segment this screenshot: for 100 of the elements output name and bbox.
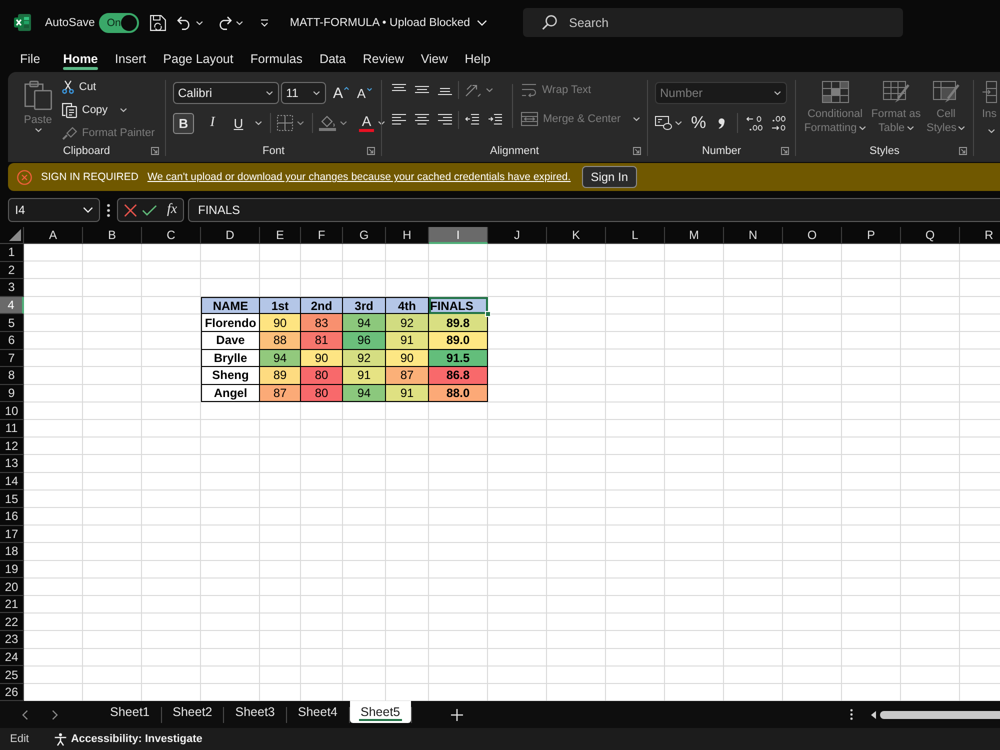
save-icon[interactable]	[150, 14, 166, 30]
chevron-right-icon[interactable]	[52, 710, 58, 720]
percent-style-button[interactable]: %	[691, 113, 706, 133]
column-header[interactable]: P	[842, 227, 901, 244]
row-header[interactable]: 1	[0, 244, 24, 262]
cancel-icon[interactable]	[124, 204, 137, 216]
scroll-left-icon[interactable]	[871, 710, 876, 719]
row-header[interactable]: 21	[0, 596, 24, 614]
search-field[interactable]: Search	[523, 8, 903, 37]
column-header[interactable]: I	[429, 227, 488, 244]
caret-icon[interactable]	[236, 20, 243, 24]
sheet-tab[interactable]: Sheet1	[99, 701, 161, 724]
copy-button[interactable]: Copy	[62, 101, 155, 119]
undo-icon[interactable]	[176, 16, 192, 30]
font-color-button[interactable]: A	[359, 114, 374, 132]
font-size-field[interactable]: 11	[281, 82, 326, 104]
row-header[interactable]: 20	[0, 578, 24, 596]
menu-tab[interactable]: Help	[456, 45, 499, 72]
comma-style-icon[interactable]	[718, 118, 726, 128]
enter-check-icon[interactable]	[142, 204, 157, 216]
menu-tab[interactable]: Review	[354, 45, 412, 72]
decrease-indent-icon[interactable]	[465, 114, 479, 125]
menu-tab[interactable]: Page Layout	[154, 45, 242, 72]
row-header[interactable]: 13	[0, 455, 24, 473]
increase-indent-icon[interactable]	[488, 114, 502, 125]
name-box[interactable]: I4	[8, 198, 100, 222]
row-header[interactable]: 16	[0, 508, 24, 526]
sign-in-button[interactable]: Sign In	[582, 166, 638, 188]
column-header[interactable]: K	[547, 227, 606, 244]
column-header[interactable]: O	[783, 227, 842, 244]
column-header[interactable]: R	[960, 227, 1000, 244]
formula-field[interactable]: FINALS	[188, 198, 1000, 222]
row-header[interactable]: 14	[0, 472, 24, 490]
column-header[interactable]: D	[201, 227, 260, 244]
autosave-toggle[interactable]: On	[98, 12, 139, 32]
font-name-field[interactable]: Calibri	[173, 82, 279, 104]
row-header[interactable]: 18	[0, 543, 24, 561]
row-header[interactable]: 15	[0, 490, 24, 508]
italic-button[interactable]: I	[202, 112, 223, 134]
column-header[interactable]: E	[260, 227, 301, 244]
row-header[interactable]: 9	[0, 384, 24, 402]
cut-button[interactable]: Cut	[62, 78, 155, 96]
column-header[interactable]: A	[24, 227, 83, 244]
header-cell[interactable]: 1st	[260, 296, 301, 314]
chevron-left-icon[interactable]	[22, 710, 28, 720]
more-options-icon[interactable]	[107, 204, 110, 216]
dialog-launcher-icon[interactable]	[633, 147, 641, 155]
redo-icon[interactable]	[216, 16, 232, 30]
caret-icon[interactable]	[675, 121, 682, 125]
align-middle-icon[interactable]	[415, 84, 429, 95]
decrease-decimal-icon[interactable]	[769, 116, 786, 130]
menu-tab[interactable]: Insert	[106, 45, 155, 72]
grow-font-button[interactable]: A	[333, 84, 350, 102]
fill-handle[interactable]	[485, 311, 491, 318]
column-header[interactable]: N	[724, 227, 783, 244]
column-header[interactable]: G	[343, 227, 386, 244]
sheet-tab[interactable]: Sheet5	[350, 701, 412, 724]
customize-toolbar-icon[interactable]	[260, 18, 269, 26]
align-left-icon[interactable]	[392, 114, 406, 125]
column-header[interactable]: J	[488, 227, 547, 244]
menu-tab[interactable]: Formulas	[242, 45, 311, 72]
plus-icon[interactable]	[451, 708, 464, 721]
menu-tab[interactable]: Home	[54, 45, 106, 72]
row-header[interactable]: 11	[0, 420, 24, 438]
row-header[interactable]: 12	[0, 438, 24, 456]
paint-bucket-icon[interactable]	[319, 115, 336, 131]
underline-button[interactable]: U	[228, 112, 249, 134]
accessibility-button[interactable]: Accessibility: Investigate	[54, 732, 202, 746]
row-header[interactable]: 2	[0, 262, 24, 280]
column-header[interactable]: F	[301, 227, 343, 244]
column-header[interactable]: B	[83, 227, 142, 244]
sheet-tab[interactable]: Sheet4	[286, 701, 348, 724]
row-header[interactable]: 23	[0, 631, 24, 649]
header-cell[interactable]: 4th	[386, 296, 429, 314]
column-header[interactable]: L	[606, 227, 665, 244]
row-header[interactable]: 10	[0, 402, 24, 420]
header-cell[interactable]: 2nd	[301, 296, 343, 314]
spreadsheet-logo-icon[interactable]	[14, 14, 31, 31]
header-cell[interactable]: NAME	[201, 296, 260, 314]
caret-icon[interactable]	[255, 121, 262, 125]
accounting-format-icon[interactable]	[655, 116, 672, 130]
notification-link[interactable]: We can't upload or download your changes because your cached credentials have expired.	[147, 171, 571, 183]
row-header[interactable]: 22	[0, 613, 24, 632]
caret-icon[interactable]	[196, 20, 203, 24]
select-all-icon[interactable]	[9, 229, 21, 241]
row-header[interactable]: 19	[0, 560, 24, 578]
align-center-icon[interactable]	[415, 114, 429, 125]
dialog-launcher-icon[interactable]	[151, 147, 159, 155]
increase-decimal-icon[interactable]	[746, 116, 764, 130]
document-title[interactable]: MATT-FORMULA • Upload Blocked	[290, 16, 488, 28]
header-cell[interactable]: FINALS	[429, 296, 488, 314]
menu-tab[interactable]: File	[12, 45, 49, 72]
borders-icon[interactable]	[277, 115, 293, 131]
menu-tab[interactable]: Data	[310, 45, 354, 72]
column-header[interactable]: H	[386, 227, 429, 244]
align-right-icon[interactable]	[438, 114, 452, 125]
column-header[interactable]: M	[665, 227, 724, 244]
sheet-tab[interactable]: Sheet3	[224, 701, 286, 724]
row-header[interactable]: 17	[0, 526, 24, 544]
header-cell[interactable]: 3rd	[343, 296, 386, 314]
